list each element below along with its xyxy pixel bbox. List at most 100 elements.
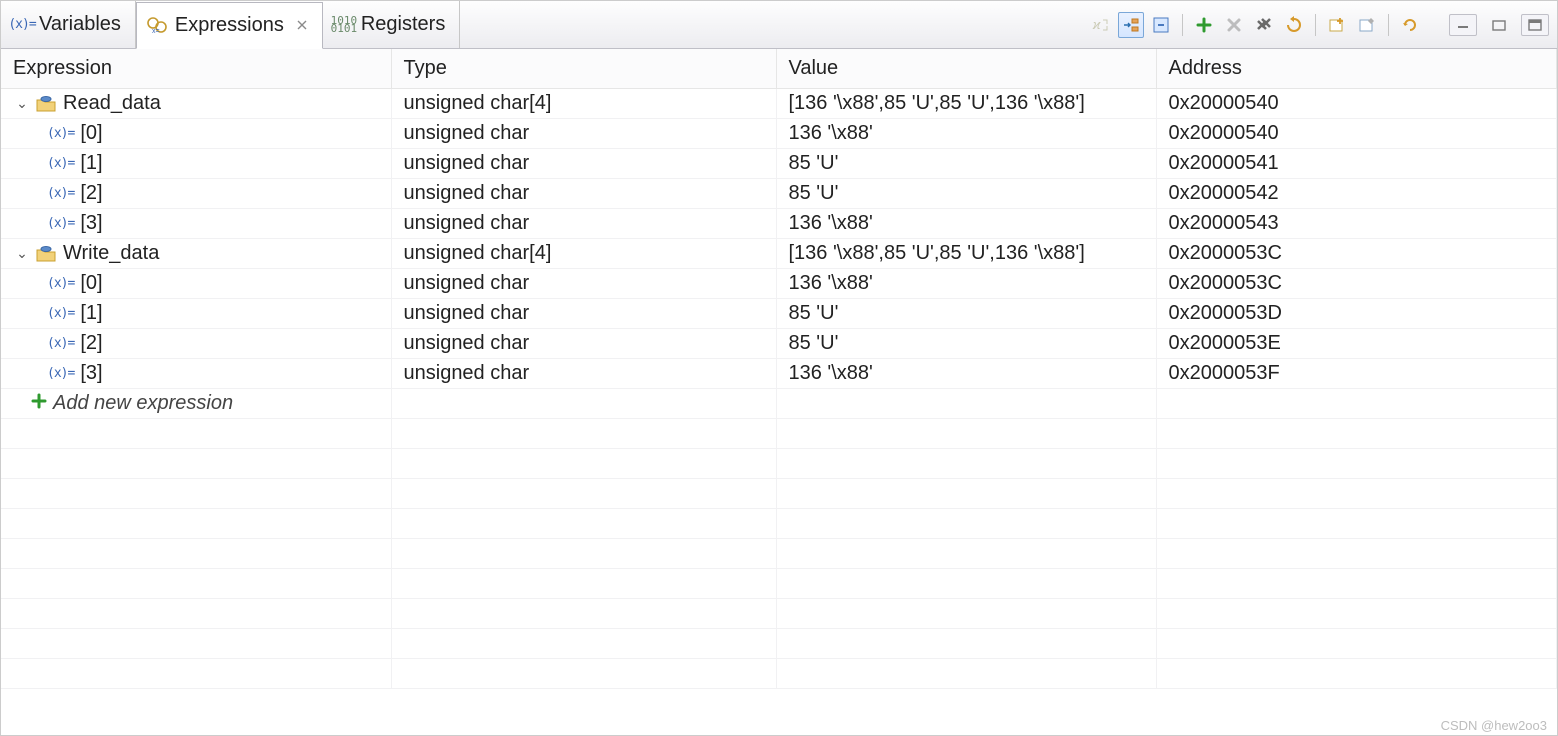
remove-expression-button [1221,12,1247,38]
view-tab-bar: (x)= Variables x= Expressions 10100101 R… [1,1,1557,49]
tab-label: Expressions [175,14,284,37]
table-row-empty [1,569,1557,599]
watermark: CSDN @hew2oo3 [1441,718,1547,733]
view-toolbar: ϰ [1080,1,1557,48]
cell-type: unsigned char[4] [391,89,776,119]
col-expression[interactable]: Expression [1,49,391,89]
table-row[interactable]: (x)= [3] unsigned char136 '\x88'0x20000543 [1,209,1557,239]
expand-toggle[interactable]: ⌄ [15,95,29,112]
tab-expressions[interactable]: x= Expressions [136,2,323,49]
expression-name: Read_data [63,92,161,115]
variable-icon: (x)= [47,276,74,291]
cell-address: 0x20000542 [1156,179,1557,209]
table-row[interactable]: (x)=[0]unsigned char136 '\x88'0x20000540 [1,119,1557,149]
table-row-empty [1,539,1557,569]
table-row[interactable]: (x)=[1]unsigned char85 'U'0x20000541 [1,149,1557,179]
col-type[interactable]: Type [391,49,776,89]
expression-name: [0] [80,272,102,295]
variable-icon: (x)= [47,126,74,141]
cell-address: 0x20000541 [1156,149,1557,179]
variable-icon: (x)= [47,156,74,171]
table-row[interactable]: (x)=[1]unsigned char85 'U'0x2000053D [1,299,1557,329]
close-icon[interactable] [296,18,308,34]
refresh-button[interactable] [1281,12,1307,38]
table-header-row: Expression Type Value Address [1,49,1557,89]
variable-icon: (x)= [47,216,74,231]
table-row-empty [1,509,1557,539]
cell-value: 136 '\x88' [776,209,1156,239]
maximize-button[interactable] [1521,14,1549,36]
cell-value: 136 '\x88' [776,269,1156,299]
svg-text:ϰ: ϰ [1092,17,1101,32]
cell-value: [136 '\x88',85 'U',85 'U',136 '\x88'] [776,89,1156,119]
cell-value: 85 'U' [776,329,1156,359]
tab-registers[interactable]: 10100101 Registers [323,1,460,48]
cell-value: 85 'U' [776,149,1156,179]
cell-address: 0x2000053E [1156,329,1557,359]
expression-name: [3] [80,212,102,235]
variables-icon: (x)= [11,14,33,36]
cycle-refresh-button[interactable] [1397,12,1423,38]
tab-variables[interactable]: (x)= Variables [1,1,136,48]
pin-view-button[interactable] [1354,12,1380,38]
cell-value: 136 '\x88' [776,359,1156,389]
tab-label: Variables [39,13,121,36]
table-row[interactable]: ⌄ Write_data unsigned char[4][136 '\x88',8… [1,239,1557,269]
col-value[interactable]: Value [776,49,1156,89]
show-logical-structure-button[interactable] [1118,12,1144,38]
expression-name: [1] [80,302,102,325]
table-row-empty [1,449,1557,479]
expand-toggle[interactable]: ⌄ [15,245,29,262]
expressions-table: Expression Type Value Address ⌄ Read_data… [1,49,1557,689]
collapse-all-button[interactable] [1148,12,1174,38]
expression-name: [3] [80,362,102,385]
table-row[interactable]: (x)=[3]unsigned char136 '\x88'0x2000053F [1,359,1557,389]
show-type-names-button: ϰ [1088,12,1114,38]
add-expression-button[interactable] [1191,12,1217,38]
new-view-button[interactable] [1324,12,1350,38]
table-row-empty [1,419,1557,449]
cell-address: 0x20000543 [1156,209,1557,239]
table-row[interactable]: (x)=[0]unsigned char136 '\x88'0x2000053C [1,269,1557,299]
minimize-button[interactable] [1449,14,1477,36]
cell-type: unsigned char [391,329,776,359]
table-row-empty [1,479,1557,509]
table-row-empty [1,659,1557,689]
remove-all-button[interactable] [1251,12,1277,38]
expression-name: [1] [80,152,102,175]
table-row-empty [1,629,1557,659]
cell-value: 85 'U' [776,299,1156,329]
cell-address: 0x20000540 [1156,119,1557,149]
cell-type: unsigned char[4] [391,239,776,269]
variable-icon: (x)= [47,306,74,321]
expression-name: [2] [80,332,102,355]
table-row[interactable]: ⌄ Read_data unsigned char[4][136 '\x88',85… [1,89,1557,119]
table-row[interactable]: (x)=[2]unsigned char85 'U'0x20000542 [1,179,1557,209]
add-expression-row[interactable]: Add new expression [1,389,1557,419]
cell-value: 85 'U' [776,179,1156,209]
table-row-empty [1,599,1557,629]
col-address[interactable]: Address [1156,49,1557,89]
cell-type: unsigned char [391,209,776,239]
cell-address: 0x20000540 [1156,89,1557,119]
cell-type: unsigned char [391,179,776,209]
plus-icon [31,393,47,414]
separator [1182,14,1183,36]
expression-name: [0] [80,122,102,145]
restore-button[interactable] [1485,14,1513,36]
folder-icon [35,95,57,113]
tab-label: Registers [361,13,445,36]
expression-name: [2] [80,182,102,205]
registers-icon: 10100101 [333,14,355,36]
cell-address: 0x2000053C [1156,239,1557,269]
cell-type: unsigned char [391,299,776,329]
variable-icon: (x)= [47,336,74,351]
table-row[interactable]: (x)= [2] unsigned char85 'U'0x2000053E [1,329,1557,359]
cell-address: 0x2000053C [1156,269,1557,299]
variable-icon: (x)= [47,366,74,381]
cell-value: [136 '\x88',85 'U',85 'U',136 '\x88'] [776,239,1156,269]
add-expression-label: Add new expression [53,392,233,415]
expression-name: Write_data [63,242,159,265]
separator [1388,14,1389,36]
svg-text:x=: x= [152,28,160,35]
